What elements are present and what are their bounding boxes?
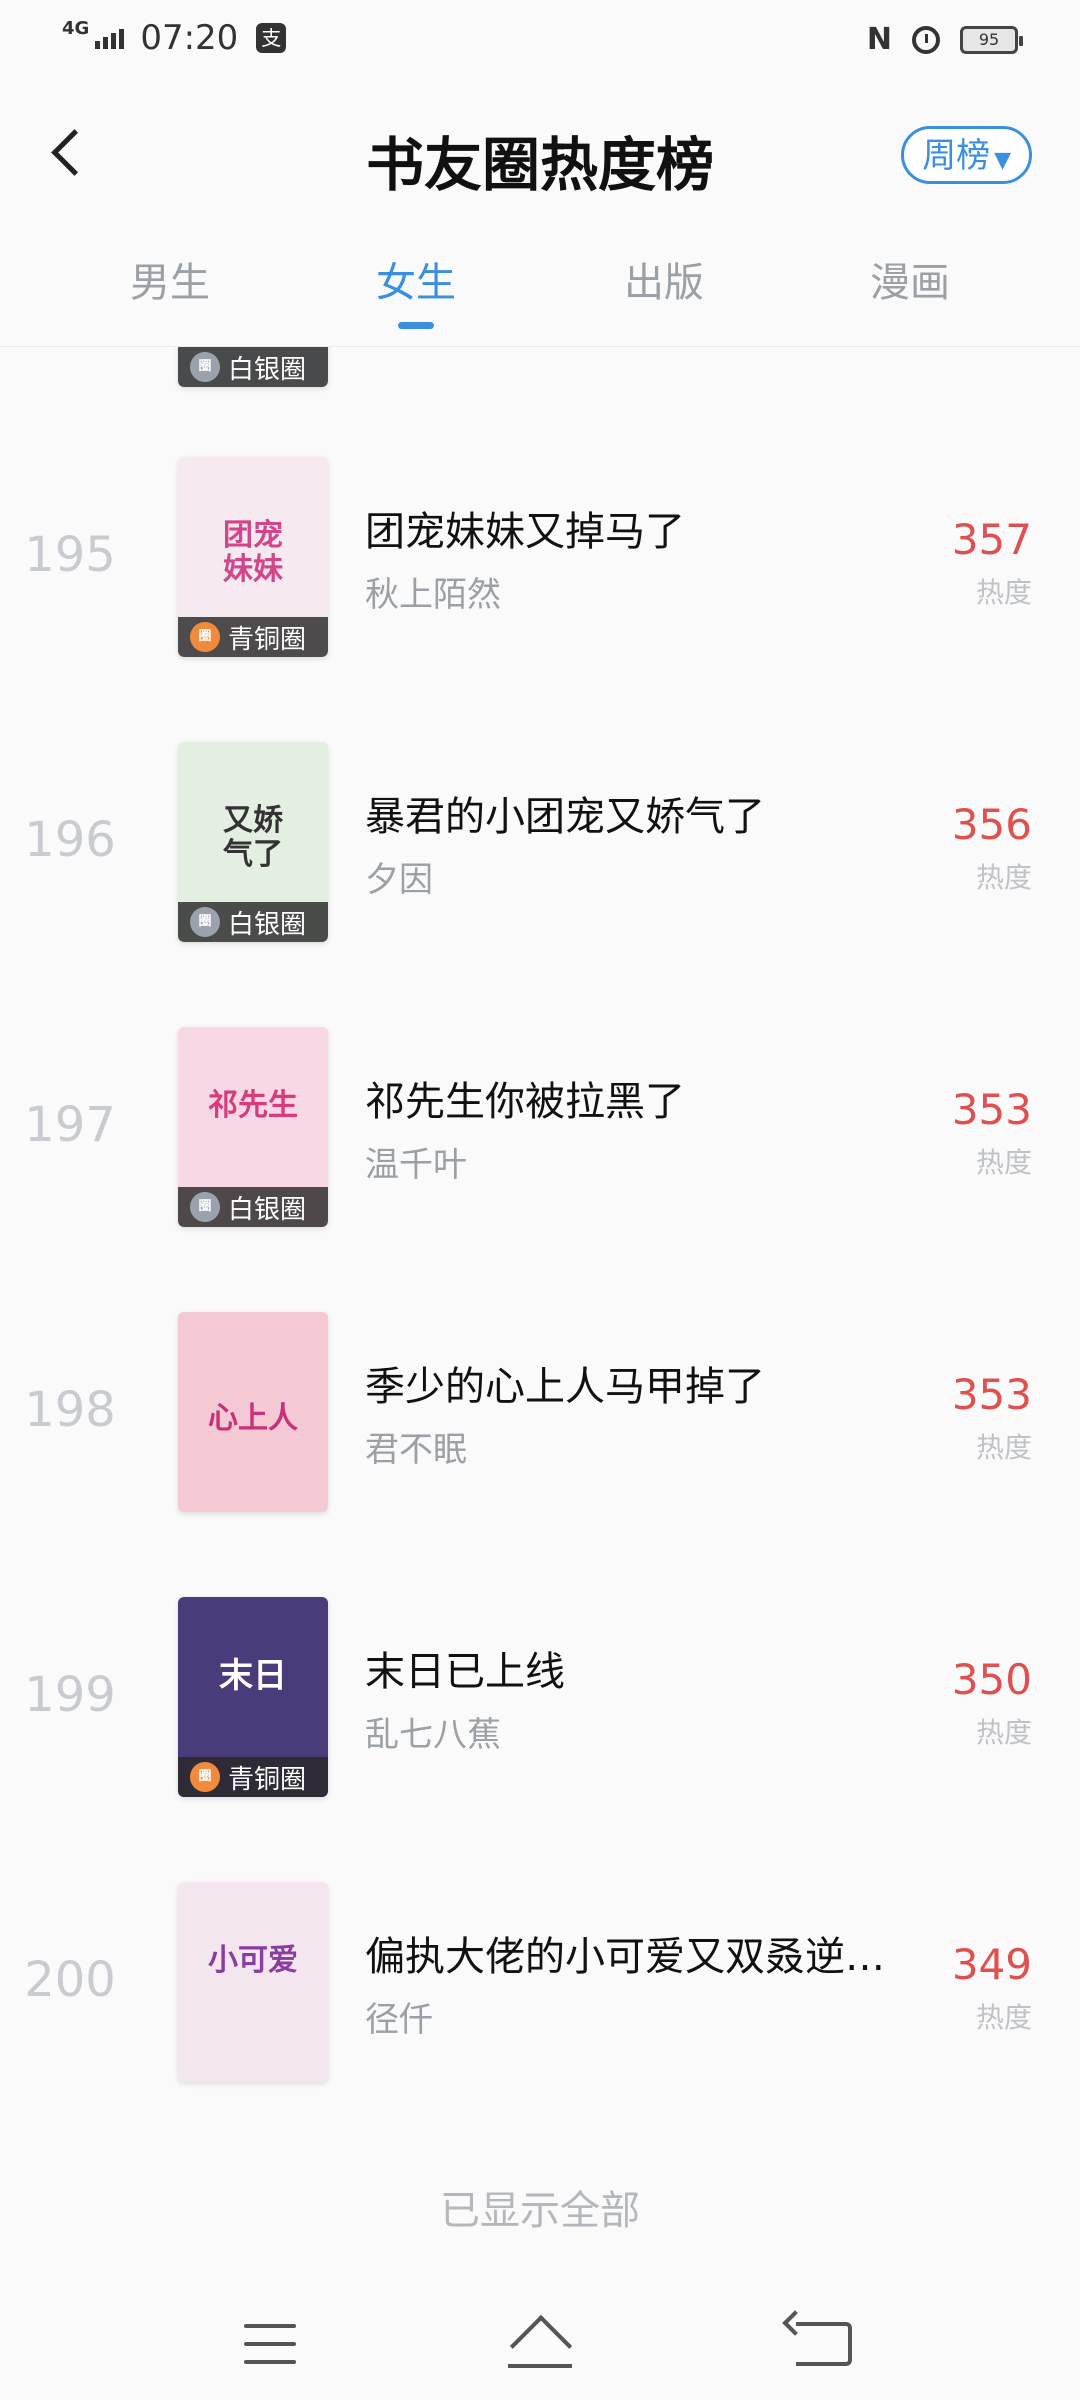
all-shown-text: 已显示全部 — [440, 2188, 640, 2234]
list-item[interactable]: 199 末日 圈青铜圈 末日已上线 乱七八蕉 350 热度 — [0, 1597, 1080, 1882]
book-cover[interactable]: 心上人 — [178, 1312, 328, 1512]
rank-number: 197 — [24, 1097, 116, 1153]
ranking-list: 圈 白银圈 195 团宠 妹妹 圈青铜圈 团宠妹妹又掉马了 秋上陌然 357 热度… — [0, 347, 1080, 2207]
status-right: N 95 — [866, 22, 1023, 57]
book-title: 祁先生你被拉黑了 — [365, 1079, 685, 1125]
silver-badge-icon: 圈 — [190, 1192, 220, 1222]
tab-comics[interactable]: 漫画 — [810, 250, 1010, 308]
heat-label: 热度 — [975, 576, 1032, 609]
circle-badge: 圈青铜圈 — [178, 1757, 328, 1797]
status-left: 4G 07:20 支 — [62, 17, 287, 58]
circle-badge: 圈 白银圈 — [178, 347, 328, 387]
alipay-icon: 支 — [256, 23, 287, 53]
book-author: 秋上陌然 — [365, 575, 501, 615]
cover-art-text: 祁先生 — [208, 1088, 298, 1123]
tab-label: 出版 — [624, 260, 704, 306]
clock: 07:20 — [140, 18, 239, 58]
signal-icon — [95, 27, 125, 49]
tab-label: 女生 — [376, 260, 456, 306]
badge-text: 白银圈 — [228, 1194, 307, 1225]
book-title: 暴君的小团宠又娇气了 — [365, 794, 765, 840]
book-cover[interactable]: 又娇 气了 圈白银圈 — [178, 742, 328, 942]
book-cover[interactable]: 末日 圈青铜圈 — [178, 1597, 328, 1797]
network-type: 4G — [62, 17, 90, 39]
circle-badge: 圈青铜圈 — [178, 617, 328, 657]
tab-label: 男生 — [130, 260, 210, 306]
rank-number: 200 — [24, 1952, 116, 2008]
circle-badge: 圈白银圈 — [178, 902, 328, 942]
bronze-badge-icon: 圈 — [190, 622, 220, 652]
bronze-badge-icon: 圈 — [190, 1762, 220, 1792]
cover-art-text: 又娇 气了 — [223, 803, 283, 872]
book-author: 乱七八蕉 — [365, 1715, 501, 1755]
header: 书友圈热度榜 周榜 ▼ — [0, 100, 1080, 210]
heat-value: 357 — [951, 515, 1032, 564]
book-cover[interactable]: 祁先生 圈白银圈 — [178, 1027, 328, 1227]
rank-number: 199 — [24, 1667, 116, 1723]
silver-badge-icon: 圈 — [190, 907, 220, 937]
list-item[interactable]: 200 小可爱 偏执大佬的小可爱又双叒逆… 径仟 349 热度 — [0, 1882, 1080, 2167]
book-author: 夕因 — [365, 860, 433, 900]
badge-text: 白银圈 — [228, 909, 307, 940]
alarm-icon — [912, 25, 940, 54]
rank-number: 198 — [24, 1382, 116, 1438]
book-author: 君不眠 — [365, 1430, 467, 1470]
badge-text: 白银圈 — [228, 354, 307, 385]
back-icon[interactable] — [796, 2322, 852, 2366]
heat-label: 热度 — [975, 1146, 1032, 1179]
heat-value: 356 — [951, 800, 1032, 849]
tab-publishing[interactable]: 出版 — [564, 250, 764, 308]
book-cover-partial[interactable]: 圈 白银圈 — [178, 347, 328, 387]
tab-label: 漫画 — [870, 260, 950, 306]
tab-female[interactable]: 女生 — [316, 250, 516, 329]
heat-label: 热度 — [975, 2001, 1032, 2034]
battery-icon: 95 — [960, 25, 1023, 54]
list-item[interactable]: 196 又娇 气了 圈白银圈 暴君的小团宠又娇气了 夕因 356 热度 — [0, 742, 1080, 1027]
cover-art-text: 团宠 妹妹 — [223, 518, 283, 587]
caret-down-icon: ▼ — [994, 148, 1011, 173]
status-bar: 4G 07:20 支 N 95 — [0, 0, 1080, 80]
book-title: 团宠妹妹又掉马了 — [365, 509, 685, 555]
book-author: 径仟 — [365, 2000, 433, 2040]
heat-label: 热度 — [975, 861, 1032, 894]
heat-value: 353 — [951, 1370, 1032, 1419]
rank-number: 195 — [24, 527, 116, 583]
menu-icon[interactable] — [244, 2324, 296, 2364]
cover-art-text: 末日 — [219, 1656, 287, 1696]
rank-number: 196 — [24, 812, 116, 868]
book-title: 末日已上线 — [365, 1649, 565, 1695]
category-tabs: 男生 女生 出版 漫画 — [0, 250, 1080, 330]
book-title: 偏执大佬的小可爱又双叒逆… — [365, 1934, 885, 1980]
cover-art-text: 小可爱 — [208, 1943, 298, 1978]
tab-indicator — [398, 322, 434, 329]
tab-male[interactable]: 男生 — [70, 250, 270, 308]
badge-text: 青铜圈 — [228, 1764, 307, 1795]
silver-badge-icon: 圈 — [190, 352, 220, 382]
book-cover[interactable]: 团宠 妹妹 圈青铜圈 — [178, 457, 328, 657]
heat-label: 热度 — [975, 1716, 1032, 1749]
home-icon[interactable] — [506, 2322, 574, 2370]
list-item[interactable]: 195 团宠 妹妹 圈青铜圈 团宠妹妹又掉马了 秋上陌然 357 热度 — [0, 457, 1080, 742]
heat-value: 350 — [951, 1655, 1032, 1704]
list-item[interactable]: 198 心上人 季少的心上人马甲掉了 君不眠 353 热度 — [0, 1312, 1080, 1597]
period-label: 周榜 — [922, 136, 991, 176]
badge-text: 青铜圈 — [228, 624, 307, 655]
list-item[interactable]: 197 祁先生 圈白银圈 祁先生你被拉黑了 温千叶 353 热度 — [0, 1027, 1080, 1312]
nfc-icon: N — [866, 22, 892, 57]
system-nav-bar — [0, 2300, 1080, 2400]
heat-value: 349 — [951, 1940, 1032, 1989]
heat-value: 353 — [951, 1085, 1032, 1134]
period-selector-button[interactable]: 周榜 ▼ — [901, 126, 1032, 184]
book-author: 温千叶 — [365, 1145, 467, 1185]
book-cover[interactable]: 小可爱 — [178, 1882, 328, 2082]
cover-art-text: 心上人 — [208, 1401, 298, 1436]
heat-label: 热度 — [975, 1431, 1032, 1464]
circle-badge: 圈白银圈 — [178, 1187, 328, 1227]
book-title: 季少的心上人马甲掉了 — [365, 1364, 765, 1410]
